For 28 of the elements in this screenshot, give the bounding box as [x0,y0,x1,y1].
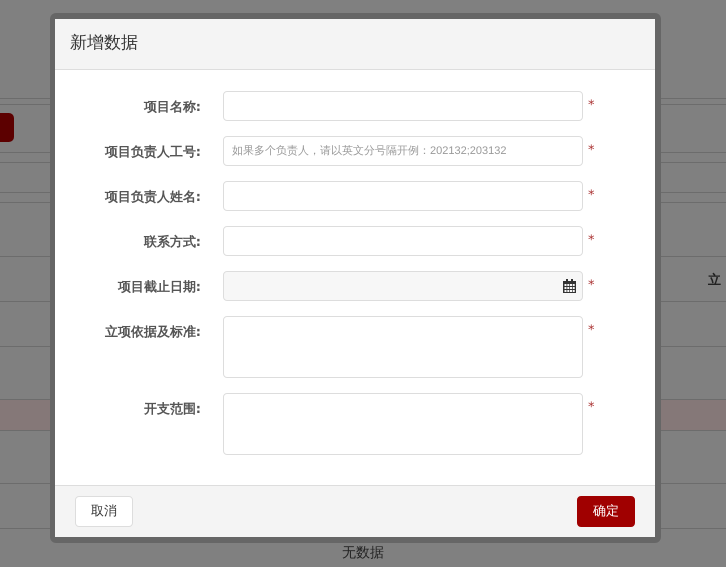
dialog-title: 新增数据 [70,32,138,56]
field-label: 项目负责人工号: [104,144,201,162]
field-label: 联系方式: [142,234,201,252]
required-mark: * [588,232,594,250]
field-label: 开支范围: [142,401,201,419]
text-field[interactable]: 如果多个负责人，请以英文分号隔开例：202132;203132 [223,136,583,166]
field-label: 项目名称: [142,99,201,117]
button-fragment [0,113,14,142]
text-field[interactable] [223,181,583,211]
column-header: 立 [708,272,721,290]
cancel-button[interactable]: 取消 [75,496,133,528]
confirm-button[interactable]: 确定 [577,496,635,528]
required-mark: * [588,277,594,295]
text-area[interactable] [223,316,583,378]
required-mark: * [588,399,594,417]
required-mark: * [588,142,594,160]
text-field[interactable] [223,226,583,256]
required-mark: * [588,97,594,115]
date-field[interactable] [223,271,583,301]
calendar-icon[interactable] [563,279,576,293]
required-mark: * [588,187,594,205]
field-label: 立项依据及标准: [104,324,201,342]
empty-message: 无数据 [341,544,385,562]
required-mark: * [588,322,594,340]
field-label: 项目截止日期: [116,279,201,297]
text-field[interactable] [223,91,583,121]
text-area[interactable] [223,393,583,455]
field-label: 项目负责人姓名: [104,188,201,207]
